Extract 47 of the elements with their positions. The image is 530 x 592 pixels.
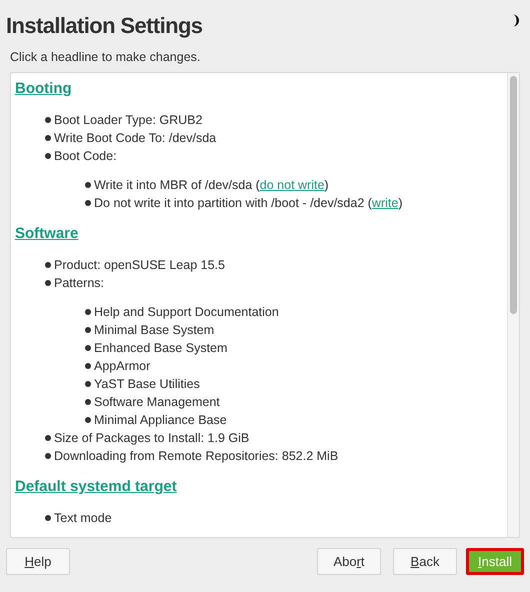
list-item-text: Write it into MBR of /dev/sda (do not write) — [94, 177, 329, 194]
bullet-icon — [85, 381, 91, 387]
bullet-icon — [85, 417, 91, 423]
list-item-text: Size of Packages to Install: 1.9 GiB — [54, 430, 250, 447]
bullet-icon — [45, 453, 51, 459]
link[interactable]: write — [372, 196, 398, 210]
list-item-text: Patterns: — [54, 275, 104, 292]
list-item-text: Write Boot Code To: /dev/sda — [54, 130, 216, 147]
section-heading-link[interactable]: Software — [15, 224, 78, 244]
list-item-text: Product: openSUSE Leap 15.5 — [54, 257, 225, 274]
bullet-icon — [45, 262, 51, 268]
bullet-icon — [85, 327, 91, 333]
bullet-icon — [85, 399, 91, 405]
scrollbar[interactable] — [507, 73, 519, 537]
list-item-text: Text mode — [54, 510, 112, 527]
instruction-text: Click a headline to make changes. — [10, 49, 202, 65]
list-item-text: Help and Support Documentation — [94, 304, 279, 321]
section-heading-link[interactable]: Default systemd target — [15, 477, 177, 497]
bullet-icon — [45, 117, 51, 123]
list-item-text: YaST Base Utilities — [94, 376, 200, 393]
button[interactable]: Back — [393, 548, 457, 575]
list-item-text: Boot Code: — [54, 148, 117, 165]
list-item-text: Minimal Appliance Base — [94, 412, 227, 429]
primary-button[interactable]: Install — [466, 548, 524, 575]
bullet-icon — [85, 200, 91, 206]
link[interactable]: do not write — [260, 178, 324, 192]
bullet-icon — [85, 363, 91, 369]
button[interactable]: Abort — [317, 548, 381, 575]
bullet-icon — [45, 515, 51, 521]
bullet-icon — [85, 345, 91, 351]
list-item-text: Enhanced Base System — [94, 340, 228, 357]
section-heading-link[interactable]: Booting — [15, 79, 72, 99]
list-item-text: Downloading from Remote Repositories: 852.2 MiB — [54, 448, 338, 465]
page-title: Installation Settings — [6, 12, 202, 40]
bullet-icon — [45, 153, 51, 159]
list-item-text: Do not write it into partition with /boot - /dev/sda2 (write) — [94, 195, 402, 212]
bullet-icon — [45, 435, 51, 441]
button[interactable]: Help — [6, 548, 70, 575]
list-item-text: Software Management — [94, 394, 220, 411]
bullet-icon — [85, 309, 91, 315]
scrollbar-thumb[interactable] — [510, 76, 517, 314]
list-item-text: Boot Loader Type: GRUB2 — [54, 112, 202, 129]
bullet-icon — [85, 182, 91, 188]
bullet-icon — [45, 280, 51, 286]
bullet-icon — [45, 135, 51, 141]
list-item-text: AppArmor — [94, 358, 150, 375]
list-item-text: Minimal Base System — [94, 322, 214, 339]
